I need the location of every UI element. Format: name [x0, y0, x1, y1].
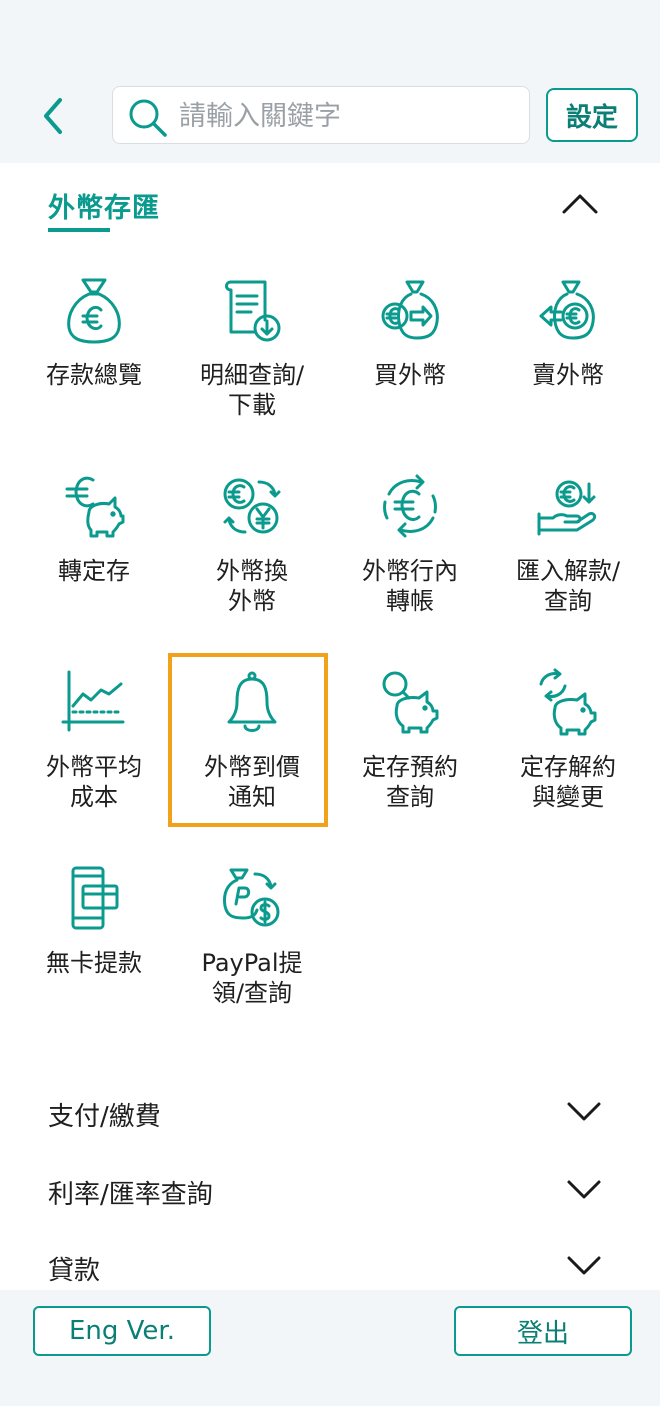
- back-button[interactable]: [34, 94, 74, 138]
- logout-button[interactable]: 登出: [454, 1306, 632, 1356]
- chevron-down-icon: [567, 1256, 601, 1275]
- piggy-magnifier-icon: [382, 671, 439, 734]
- euro-cycle-icon: [383, 474, 437, 538]
- euro-piggy-bank-icon: [65, 476, 125, 538]
- chevron-down-icon: [567, 1102, 601, 1121]
- tile-label: 賣外幣: [532, 361, 604, 389]
- tile-label: 匯入解款/ 查詢: [515, 557, 621, 615]
- tile-label: 定存預約 查詢: [362, 753, 458, 811]
- buy-currency-bag-icon: [381, 280, 439, 340]
- section-title-underline: [48, 228, 110, 232]
- settings-button[interactable]: 設定: [546, 88, 638, 142]
- euro-money-bag-icon: [67, 278, 121, 344]
- collapse-button[interactable]: [560, 188, 600, 218]
- footer-bar: Eng Ver. 登出: [0, 1290, 660, 1406]
- tile-label: PayPal提 領/查詢: [201, 949, 303, 1007]
- section-title: 外幣存匯: [48, 193, 160, 224]
- tile-paypal[interactable]: PayPal提 領/查詢: [172, 864, 332, 1044]
- tile-average-cost[interactable]: 外幣平均 成本: [14, 668, 174, 848]
- search-box[interactable]: [112, 86, 530, 144]
- tile-buy-foreign-currency[interactable]: 買外幣: [330, 276, 490, 456]
- tile-deposit-overview[interactable]: 存款總覽: [14, 276, 174, 456]
- sell-currency-bag-icon: [539, 280, 595, 340]
- tile-internal-transfer[interactable]: 外幣行內 轉帳: [330, 472, 490, 652]
- tile-label: 明細查詢/ 下載: [199, 361, 305, 419]
- accordion-label: 利率/匯率查詢: [48, 1180, 213, 1210]
- tile-label: 外幣到價 通知: [204, 753, 300, 811]
- currency-exchange-icon: [223, 478, 281, 534]
- accordion-label: 支付/繳費: [48, 1102, 161, 1132]
- chevron-up-icon: [562, 194, 598, 214]
- tile-details-download[interactable]: 明細查詢/ 下載: [172, 276, 332, 456]
- bell-icon: [227, 671, 277, 732]
- paypal-bag-icon: [223, 868, 280, 927]
- tile-transfer-to-time-deposit[interactable]: 轉定存: [14, 472, 174, 652]
- tile-label: 外幣換 外幣: [216, 557, 288, 615]
- tile-time-deposit-cancel[interactable]: 定存解約 與變更: [488, 668, 648, 848]
- chevron-down-icon: [567, 1180, 601, 1199]
- accordion-payment[interactable]: 支付/繳費: [48, 1088, 620, 1138]
- phone-card-icon: [71, 866, 119, 930]
- tile-label: 存款總覽: [46, 361, 142, 389]
- top-bar: 設定: [0, 0, 660, 163]
- document-download-icon: [225, 280, 281, 342]
- tile-label: 無卡提款: [46, 949, 142, 977]
- accordion-label: 貸款: [48, 1256, 101, 1286]
- tile-label: 外幣平均 成本: [46, 753, 142, 811]
- accordion-rates[interactable]: 利率/匯率查詢: [48, 1166, 620, 1216]
- piggy-refresh-icon: [539, 668, 597, 736]
- chevron-left-icon: [44, 98, 62, 134]
- tile-inward-remittance[interactable]: 匯入解款/ 查詢: [488, 472, 648, 652]
- english-version-button[interactable]: Eng Ver.: [33, 1306, 211, 1356]
- tile-cardless-withdrawal[interactable]: 無卡提款: [14, 864, 174, 1044]
- tile-sell-foreign-currency[interactable]: 賣外幣: [488, 276, 648, 456]
- tile-price-alert[interactable]: 外幣到價 通知: [172, 668, 332, 848]
- tile-label: 買外幣: [374, 361, 446, 389]
- tile-currency-exchange[interactable]: 外幣換 外幣: [172, 472, 332, 652]
- line-chart-icon: [61, 670, 125, 732]
- tile-label: 外幣行內 轉帳: [362, 557, 458, 615]
- tile-label: 定存解約 與變更: [520, 753, 616, 811]
- tile-time-deposit-booking[interactable]: 定存預約 查詢: [330, 668, 490, 848]
- tile-label: 轉定存: [58, 557, 130, 585]
- search-icon: [129, 99, 167, 137]
- accordion-loans[interactable]: 貸款: [48, 1242, 620, 1292]
- hand-euro-coin-icon: [537, 480, 597, 536]
- search-input[interactable]: [177, 95, 521, 137]
